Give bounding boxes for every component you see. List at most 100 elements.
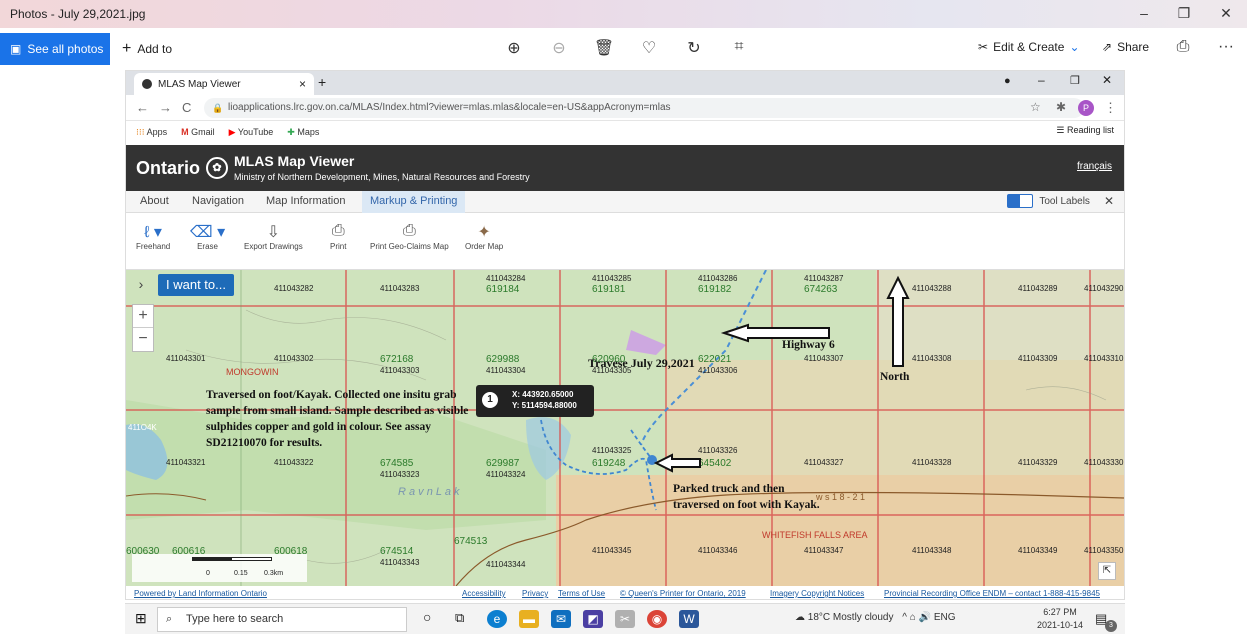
print-geo-claims-tool[interactable]: ⎙ Print Geo-Claims Map <box>370 222 449 251</box>
window-title: Photos - July 29,2021.jpg <box>10 7 146 21</box>
ontario-favicon-icon <box>142 79 152 89</box>
print-tool[interactable]: ⎙ Print <box>330 222 346 251</box>
claim-cell-id: 411043350 <box>1084 546 1124 555</box>
tab-close-icon[interactable]: × <box>299 77 306 91</box>
collapse-map-icon[interactable]: ⇱ <box>1098 562 1116 580</box>
mail-icon[interactable]: ✉ <box>551 610 571 628</box>
crop-icon[interactable]: ⌗ <box>728 38 750 56</box>
zoom-out-icon[interactable]: ⊖ <box>548 38 570 58</box>
minimize-button[interactable]: – <box>1132 3 1156 23</box>
toggle-switch[interactable] <box>1007 194 1034 208</box>
word-icon[interactable]: W <box>679 610 699 628</box>
claim-cell-id: 411043287 <box>804 274 844 283</box>
tab-search-icon[interactable]: ● <box>1004 75 1011 87</box>
rotate-icon[interactable]: ↻ <box>683 38 705 58</box>
tab-navigation[interactable]: Navigation <box>192 195 244 207</box>
freehand-tool[interactable]: ℓ ▾ Freehand <box>136 222 170 251</box>
expand-panel-button[interactable]: › <box>132 276 150 294</box>
reading-list-button[interactable]: ☰ Reading list <box>1056 125 1114 136</box>
print-icon[interactable]: ⎙ <box>1172 38 1194 56</box>
francais-link[interactable]: français <box>1077 161 1112 172</box>
i-want-to-button[interactable]: I want to... <box>158 274 234 296</box>
powered-by-link[interactable]: Powered by Land Information Ontario <box>134 589 267 598</box>
cortana-icon[interactable]: ○ <box>423 609 431 625</box>
file-explorer-icon[interactable]: ▬ <box>519 610 539 628</box>
edge-icon[interactable]: e <box>487 610 507 628</box>
network-icon[interactable]: ⌂ <box>910 612 916 623</box>
tray-chevron-icon[interactable]: ^ <box>902 612 907 623</box>
claim-cell-id: 411043308 <box>912 354 952 363</box>
share-label: Share <box>1117 40 1150 54</box>
photo-icon: ▣ <box>10 42 22 56</box>
map-zoom-out-button[interactable]: − <box>133 327 153 350</box>
tab-markup-printing[interactable]: Markup & Printing <box>362 191 466 213</box>
snip-tool-icon[interactable]: ✂ <box>615 610 635 628</box>
footer-link-recording-office[interactable]: Provincial Recording Office ENDM – conta… <box>884 589 1100 598</box>
bookmark-gmail[interactable]: M Gmail <box>181 127 215 137</box>
youtube-icon: ▶ <box>228 126 236 137</box>
restore-button[interactable]: ❐ <box>1172 3 1196 23</box>
footer-link-imagery[interactable]: Imagery Copyright Notices <box>770 589 864 598</box>
trillium-icon: ✿ <box>206 157 229 179</box>
new-tab-button[interactable]: + <box>318 74 326 90</box>
claim-cell-id: 411043304 <box>486 366 526 375</box>
erase-tool[interactable]: ⌫ ▾ Erase <box>190 222 225 251</box>
windows-start-icon[interactable]: ⊞ <box>135 610 147 627</box>
chrome-icon[interactable]: ◉ <box>647 610 667 628</box>
photos-app-icon[interactable]: ◩ <box>583 610 603 628</box>
extensions-icon[interactable]: ✱ <box>1056 100 1066 114</box>
close-button[interactable]: ✕ <box>1214 3 1238 23</box>
reload-icon[interactable]: C <box>182 100 191 115</box>
back-icon[interactable]: ← <box>136 100 149 115</box>
see-all-label: See all photos <box>27 42 104 56</box>
map-canvas[interactable]: › I want to... + − 411043282 411043283 411… <box>126 270 1124 586</box>
weather-icon: ☁ <box>795 612 805 623</box>
order-map-tool[interactable]: ✦ Order Map <box>465 222 503 251</box>
weather-text[interactable]: 18°C Mostly cloudy <box>808 612 894 623</box>
profile-avatar[interactable]: P <box>1078 100 1094 116</box>
claim-cell-id: 411043307 <box>804 354 844 363</box>
ontario-logo[interactable]: Ontario ✿ <box>136 157 229 179</box>
footer-link-queens-printer[interactable]: © Queen's Printer for Ontario, 2019 <box>620 589 746 598</box>
taskbar-search-box[interactable]: ⌕ Type here to search <box>157 607 407 632</box>
tool-labels-toggle[interactable]: Tool Labels ✕ <box>1007 194 1114 208</box>
coordinate-popup[interactable]: 1 X: 443920.65000 Y: 5114594.88000 <box>476 385 594 417</box>
footer-link-terms[interactable]: Terms of Use <box>558 589 605 598</box>
clock[interactable]: 6:27 PM 2021-10-14 <box>1037 606 1083 632</box>
browser-menu-icon[interactable]: ⋮ <box>1104 100 1117 116</box>
browser-window: MLAS Map Viewer × + ● – ❐ ✕ ← → C 🔒 lioa… <box>125 70 1125 600</box>
bookmark-apps[interactable]: ⁝⁝⁝ Apps <box>136 127 167 138</box>
forward-icon[interactable]: → <box>159 100 172 115</box>
url-field[interactable]: 🔒 lioapplications.lrc.gov.on.ca/MLAS/Ind… <box>204 98 1084 118</box>
claim-number: 619182 <box>698 284 732 295</box>
edit-create-button[interactable]: ✂ Edit & Create ⌄ <box>978 40 1080 54</box>
bookmark-star-icon[interactable]: ☆ <box>1030 100 1041 114</box>
browser-minimize-button[interactable]: – <box>1038 73 1045 87</box>
browser-close-button[interactable]: ✕ <box>1102 73 1112 87</box>
share-button[interactable]: ⇗ Share <box>1102 40 1149 54</box>
browser-restore-button[interactable]: ❐ <box>1070 74 1080 87</box>
photos-title-bar: Photos - July 29,2021.jpg – ❐ ✕ <box>0 0 1247 28</box>
favorite-icon[interactable]: ♡ <box>638 38 660 58</box>
chevron-down-icon: ⌄ <box>1069 40 1080 54</box>
coord-x: X: 443920.65000 <box>512 390 574 399</box>
delete-icon[interactable]: 🗑 <box>593 38 615 58</box>
claim-cell-id: 411043306 <box>698 366 738 375</box>
footer-link-accessibility[interactable]: Accessibility <box>462 589 506 598</box>
footer-link-privacy[interactable]: Privacy <box>522 589 548 598</box>
export-drawings-tool[interactable]: ⇩ Export Drawings <box>244 222 303 251</box>
map-zoom-in-button[interactable]: + <box>133 305 153 327</box>
browser-tab[interactable]: MLAS Map Viewer × <box>134 73 314 95</box>
more-button[interactable]: ··· <box>1215 38 1237 56</box>
see-all-photos-button[interactable]: ▣ See all photos <box>0 33 110 65</box>
zoom-in-icon[interactable]: ⊕ <box>503 38 525 58</box>
bookmark-maps[interactable]: ✚ Maps <box>287 127 319 138</box>
task-view-icon[interactable]: ⧉ <box>455 610 464 626</box>
tab-about[interactable]: About <box>140 195 169 207</box>
language-indicator[interactable]: ENG <box>934 612 956 623</box>
volume-icon[interactable]: 🔊 <box>919 612 931 623</box>
close-ribbon-icon[interactable]: ✕ <box>1104 194 1114 208</box>
add-to-button[interactable]: + Add to <box>122 40 172 58</box>
tab-map-information[interactable]: Map Information <box>266 195 345 207</box>
bookmark-youtube[interactable]: ▶ YouTube <box>229 127 274 138</box>
